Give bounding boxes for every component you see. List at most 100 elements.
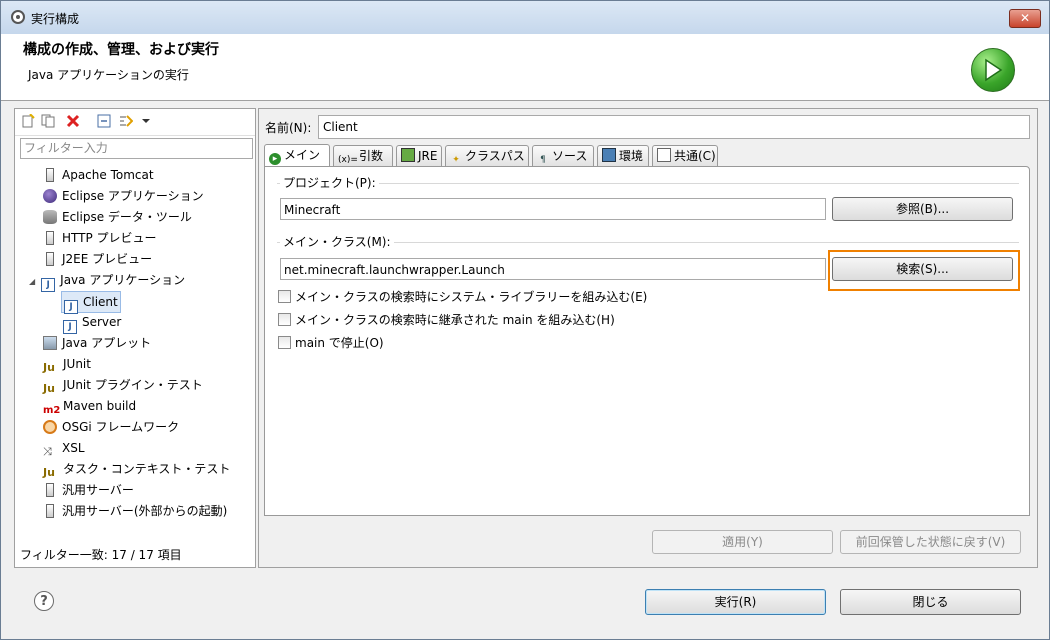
- tab-classpath[interactable]: ✦ クラスパス: [445, 145, 529, 166]
- tree-item-label: Maven build: [63, 399, 137, 413]
- tree-item-apache-tomcat[interactable]: Apache Tomcat: [43, 165, 154, 185]
- tree-item-eclipse-data-tools[interactable]: Eclipse データ・ツール: [43, 207, 192, 227]
- dialog-header: 構成の作成、管理、および実行 Java アプリケーションの実行: [1, 34, 1049, 101]
- tab-source[interactable]: ¶ ソース: [532, 145, 594, 166]
- checkbox-label: main で停止(O): [295, 336, 384, 350]
- run-button[interactable]: 実行(R): [645, 589, 826, 615]
- tree-item-label: Java アプリケーション: [60, 273, 186, 287]
- help-icon[interactable]: ?: [34, 591, 54, 611]
- tree-item-label: JUnit: [63, 357, 91, 371]
- tab-main[interactable]: ▸ メイン: [264, 144, 330, 167]
- tree-item-client[interactable]: J Client: [61, 291, 121, 314]
- tree-item-label: Eclipse アプリケーション: [62, 189, 204, 203]
- tree-item-label: Server: [82, 315, 122, 329]
- apply-button[interactable]: 適用(Y): [652, 530, 833, 554]
- tree-item-label: Eclipse データ・ツール: [62, 210, 192, 224]
- main-class-group-label: メイン・クラス(M):: [280, 233, 394, 250]
- filter-input[interactable]: フィルター入力: [20, 138, 253, 159]
- tree-item-label: OSGi フレームワーク: [62, 420, 180, 434]
- environment-icon: [602, 148, 616, 162]
- junit-icon: Ju: [43, 361, 55, 374]
- checkbox-box[interactable]: [278, 313, 291, 326]
- tree-item-label: Apache Tomcat: [62, 168, 154, 182]
- tab-label: メイン: [284, 148, 321, 162]
- tab-jre[interactable]: JRE: [396, 145, 442, 166]
- tree-item-label: HTTP プレビュー: [62, 231, 157, 245]
- tree-item-server[interactable]: J Server: [63, 312, 122, 334]
- filter-icon[interactable]: [119, 114, 133, 128]
- tree-item-task-context-test[interactable]: Ju タスク・コンテキスト・テスト: [43, 459, 230, 479]
- common-icon: [657, 148, 671, 162]
- configuration-editor-panel: 名前(N): Client ▸ メイン (x)=引数 JRE ✦ クラスパス ¶ ソー…: [258, 108, 1038, 568]
- eclipse-icon: [43, 189, 57, 203]
- checkbox-label: メイン・クラスの検索時にシステム・ライブラリーを組み込む(E): [295, 290, 648, 304]
- database-icon: [43, 210, 57, 224]
- tree-item-junit-plugin-test[interactable]: Ju JUnit プラグイン・テスト: [43, 375, 203, 395]
- collapse-all-icon[interactable]: [97, 114, 111, 128]
- delete-icon[interactable]: [66, 114, 80, 128]
- new-configuration-icon[interactable]: [21, 114, 35, 128]
- project-input[interactable]: Minecraft: [280, 198, 826, 220]
- osgi-icon: [43, 420, 57, 434]
- main-tab-content: プロジェクト(P): Minecraft 参照(B)... メイン・クラス(M)…: [264, 166, 1030, 516]
- checkbox-box[interactable]: [278, 336, 291, 349]
- run-banner-icon: [971, 48, 1015, 92]
- tree-item-label: 汎用サーバー(外部からの起動): [62, 504, 228, 518]
- revert-button[interactable]: 前回保管した状態に戻す(V): [840, 530, 1021, 554]
- tree-item-generic-server[interactable]: 汎用サーバー: [43, 480, 134, 500]
- header-title: 構成の作成、管理、および実行: [23, 42, 219, 58]
- name-label: 名前(N):: [265, 121, 312, 135]
- java-app-icon: J: [41, 278, 56, 292]
- header-subtitle: Java アプリケーションの実行: [28, 68, 189, 82]
- tree-item-maven-build[interactable]: m2 Maven build: [43, 396, 136, 416]
- server-icon: [46, 231, 54, 245]
- run-configurations-window: 実行構成 ✕ 構成の作成、管理、および実行 Java アプリケーションの実行 フ…: [0, 0, 1050, 640]
- tree-item-java-applet[interactable]: Java アプレット: [43, 333, 151, 353]
- server-icon: [46, 483, 54, 497]
- tree-item-label: J2EE プレビュー: [62, 252, 153, 266]
- tree-item-j2ee-preview[interactable]: J2EE プレビュー: [43, 249, 152, 269]
- checkbox-box[interactable]: [278, 290, 291, 303]
- arguments-icon: (x)=: [338, 155, 358, 165]
- duplicate-icon[interactable]: [41, 114, 55, 128]
- filter-status: フィルター一致: 17 / 17 項目: [20, 548, 182, 562]
- browse-button[interactable]: 参照(B)...: [832, 197, 1013, 221]
- tab-label: JRE: [418, 149, 438, 163]
- name-input[interactable]: Client: [318, 115, 1030, 139]
- window-close-button[interactable]: ✕: [1009, 9, 1041, 28]
- configuration-list-panel: フィルター入力 Apache Tomcat Eclipse アプリケーション E…: [14, 108, 256, 568]
- maven-icon: m2: [43, 405, 61, 416]
- search-button[interactable]: 検索(S)...: [832, 257, 1013, 281]
- classpath-icon: ✦: [452, 155, 460, 165]
- tree-item-generic-server-external[interactable]: 汎用サーバー(外部からの起動): [43, 501, 227, 521]
- configuration-toolbar: [15, 109, 255, 136]
- tab-label: 共通(C): [674, 149, 716, 163]
- tree-item-junit[interactable]: Ju JUnit: [43, 354, 91, 374]
- tab-arguments[interactable]: (x)=引数: [333, 145, 393, 166]
- tree-item-java-application[interactable]: ◢ J Java アプリケーション: [29, 270, 186, 292]
- tree-item-osgi-framework[interactable]: OSGi フレームワーク: [43, 417, 179, 437]
- main-tab-icon: ▸: [269, 153, 281, 165]
- include-system-libraries-checkbox[interactable]: メイン・クラスの検索時にシステム・ライブラリーを組み込む(E): [278, 288, 647, 306]
- tree-item-xsl[interactable]: ⤨ XSL: [43, 438, 85, 458]
- expanded-arrow-icon[interactable]: ◢: [29, 277, 35, 286]
- server-icon: [46, 168, 54, 182]
- tree-item-label: タスク・コンテキスト・テスト: [63, 462, 231, 476]
- junit-plugin-icon: Ju: [43, 382, 55, 395]
- jre-icon: [401, 148, 415, 162]
- tree-item-eclipse-application[interactable]: Eclipse アプリケーション: [43, 186, 204, 206]
- filter-dropdown-icon[interactable]: [139, 114, 153, 128]
- close-button[interactable]: 閉じる: [840, 589, 1021, 615]
- java-app-icon: J: [63, 320, 77, 334]
- include-inherited-mains-checkbox[interactable]: メイン・クラスの検索時に継承された main を組み込む(H): [278, 311, 615, 329]
- tree-item-http-preview[interactable]: HTTP プレビュー: [43, 228, 157, 248]
- stop-in-main-checkbox[interactable]: main で停止(O): [278, 334, 384, 352]
- window-title: 実行構成: [31, 12, 80, 26]
- tree-item-label: Client: [83, 295, 118, 309]
- tree-item-label: JUnit プラグイン・テスト: [63, 378, 203, 392]
- main-class-input[interactable]: net.minecraft.launchwrapper.Launch: [280, 258, 826, 280]
- tab-environment[interactable]: 環境: [597, 145, 649, 166]
- tree-item-label: Java アプレット: [62, 336, 152, 350]
- tab-common[interactable]: 共通(C): [652, 145, 718, 166]
- task-context-icon: Ju: [43, 466, 55, 479]
